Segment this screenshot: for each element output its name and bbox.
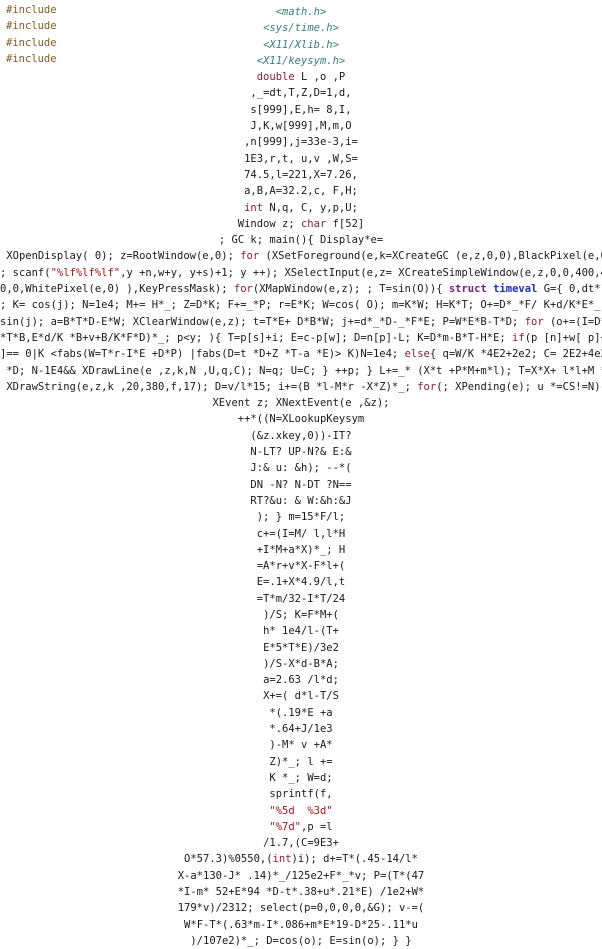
code-line: ,_=dt,T,Z,D=1,d, [250, 87, 352, 100]
keyword: for [240, 250, 260, 263]
include-directive: #include [6, 36, 57, 49]
code-line: s[999],E,h= 8,I, [250, 103, 352, 116]
code-line: ; K= cos(j); N=1e4; M+= H*_; Z=D*K; F+=_… [0, 299, 602, 312]
keyword: int [272, 853, 292, 866]
code-line: ]== 0|K <fabs(W=T*r-I*E +D*P) |fabs(D=t … [0, 348, 602, 361]
code-line: RT?&u: & W:&h:&J [250, 494, 352, 507]
code-line: a,B,A=32.2,c, F,H; [244, 185, 358, 198]
code-line: sin(j); a=B*T*D-E*W; XClearWindow(e,z); … [0, 315, 602, 328]
include-header: <X11/keysym.h> [256, 54, 346, 67]
code-line: /1.7,(C=9E3+ [263, 837, 339, 850]
include-line: <X11/keysym.h> [0, 53, 602, 69]
code-line: ; scanf("%lf%lf%lf",y +n,w+y, y+s)+1; y … [0, 266, 602, 279]
code-line: 1E3,r,t, u,v ,W,S= [244, 152, 358, 165]
code-line: "%5d %3d" [0, 803, 602, 819]
keyword: if [512, 331, 525, 344]
code-line: XDrawString(e,z,k ,20,380,f,17); D=v/l*1… [0, 380, 602, 393]
include-directive: #include [6, 52, 57, 65]
code-line: N-LT? UP-N?& E:& [250, 446, 352, 459]
include-line: <sys/time.h> [0, 20, 602, 36]
code-view: <math.h> <sys/time.h> <X11/Xlib.h> <X11/key… [0, 4, 602, 949]
keyword: else [404, 348, 430, 361]
code-line: W*F-T*(.63*m-I*.086+m*E*19-D*25-.11*u [184, 918, 418, 931]
code-line: Window z; char f[52] [237, 217, 365, 230]
code-line: 74.5,l=221,X=7.26, [244, 168, 358, 181]
include-header: <X11/Xlib.h> [263, 38, 339, 51]
code-line: X+=( d*l-T/S [263, 690, 339, 703]
include-directive: #include [6, 20, 57, 33]
code-line: XEvent z; XNextEvent(e ,&z); [212, 397, 390, 410]
code-line: ,n[999],j=33e-3,i= [244, 136, 358, 149]
code-line: int N,q, C, y,p,U; [244, 201, 358, 214]
code-line: c+=(I=M/ l,l*H [256, 527, 346, 540]
include-line: <math.h> [0, 4, 602, 20]
code-line: J:& u: &h); --*( [250, 462, 352, 475]
code-line: =T*m/32-I*T/24 [256, 592, 346, 605]
code-line: h* 1e4/l-(T+ [263, 625, 339, 638]
code-line: *D; N-1E4&& XDrawLine(e ,z,k,N ,U,q,C); … [0, 364, 602, 377]
code-line: a=2.63 /l*d; [263, 674, 339, 687]
code-line: (&z.xkey,0))-IT? [250, 429, 352, 442]
code-line: X-a*130-J* .14)*_/125e2+F*_*v; P=(T*(47 [177, 869, 425, 882]
code-line: O*57.3)%0550,(int)i); d+=T*(.45-14/l* [184, 853, 418, 866]
string-literal: "%lf%lf%lf" [50, 266, 121, 279]
code-line: ++*((N=XLookupKeysym [237, 413, 365, 426]
code-line: Z)*_; l += [269, 755, 333, 768]
code-line: E=.1+X*4.9/l,t [256, 576, 346, 589]
keyword: double [256, 71, 295, 84]
keyword: char [300, 217, 327, 230]
code-line: DN -N? N-DT ?N== [250, 478, 352, 491]
code-line: 0,0,WhitePixel(e,0) ),KeyPressMask); for… [0, 283, 602, 296]
keyword: struct [448, 283, 487, 296]
keyword: timeval [493, 283, 538, 296]
keyword: int [244, 201, 264, 214]
include-line: <X11/Xlib.h> [0, 37, 602, 53]
code-line: 179*v)/2312; select(p=0,0,0,0,&G); v-=( [177, 902, 425, 915]
code-line: )/107e2)*_; D=cos(o); E=sin(o); } } [190, 934, 412, 947]
code-line: *I-m* 52+E*94 *D-t*.38+u*.21*E) /1e2+W* [177, 886, 425, 899]
code-line: )/S; K=F*M+( [263, 608, 339, 621]
include-header: <sys/time.h> [263, 22, 339, 35]
include-directive: #include [6, 4, 57, 16]
code-line: +I*M+a*X)*_; H [256, 543, 346, 556]
code-line: E*5*T*E)/3e2 [263, 641, 339, 654]
code-line: ; GC k; main(){ Display*e= [218, 234, 384, 247]
string-literal: "%5d %3d" [269, 804, 333, 817]
code-line: ); } m=15*F/l; [256, 511, 346, 524]
code-line: *(.19*E +a [269, 706, 333, 719]
include-header: <math.h> [275, 6, 327, 18]
keyword: for [417, 380, 437, 393]
code-line: K *_; W=d; [269, 771, 333, 784]
code-line: XOpenDisplay( 0); z=RootWindow(e,0); for… [0, 250, 602, 263]
keyword: for [233, 283, 253, 296]
code-line: )-M* v +A* [269, 739, 333, 752]
code-line: double L ,o ,P [256, 71, 346, 84]
code-line: *.64+J/1e3 [269, 723, 333, 736]
keyword: for [524, 315, 544, 328]
code-line: J,K,w[999],M,m,O [250, 120, 352, 133]
code-line: )/S-X*d-B*A; [263, 657, 339, 670]
code-line: =A*r+v*X-F*l+( [256, 560, 346, 573]
code-line: *T*B,E*d/K *B+v+B/K*F*D)*_; p<y; ){ T=p[… [0, 331, 602, 344]
code-line: sprintf(f, [269, 788, 333, 801]
